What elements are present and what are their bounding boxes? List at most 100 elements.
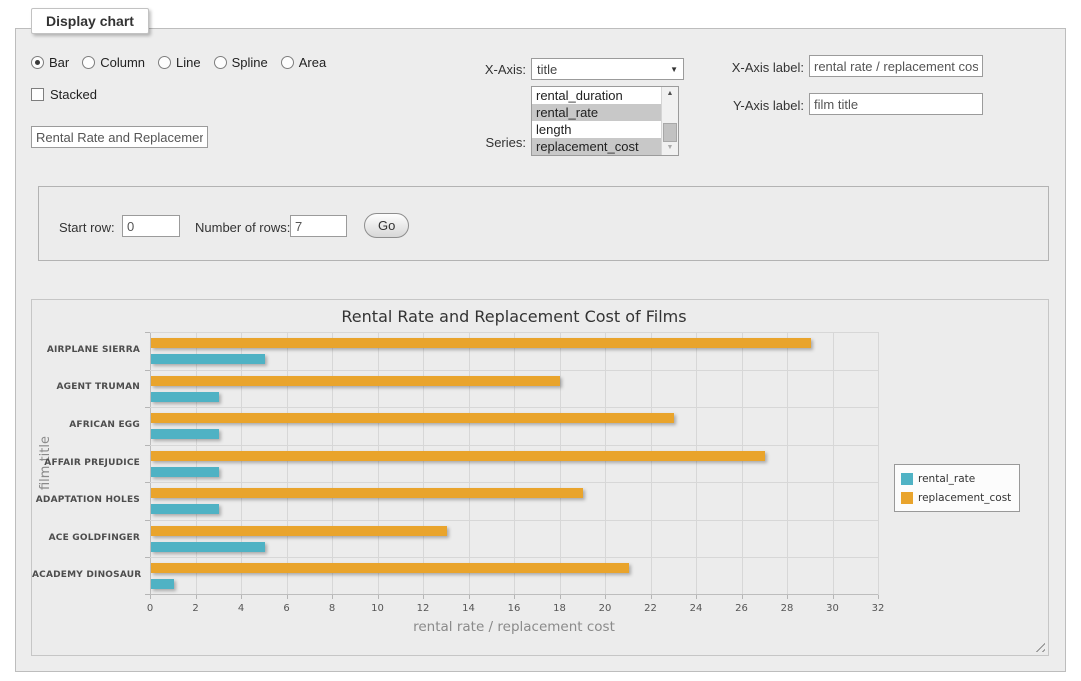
axis-tick (878, 595, 879, 599)
bar-replacement_cost[interactable] (151, 563, 629, 573)
legend-item-replacement_cost[interactable]: replacement_cost (901, 488, 1011, 507)
x-tick-label: 24 (676, 603, 716, 614)
x-axis-select[interactable]: title ▼ (531, 58, 684, 80)
category-label: ACADEMY DINOSAUR (32, 570, 140, 580)
x-tick-label: 10 (358, 603, 398, 614)
radio-icon (82, 56, 95, 69)
chart-type-option-bar[interactable]: Bar (31, 55, 69, 70)
checkbox-icon (31, 88, 44, 101)
x-tick-label: 2 (176, 603, 216, 614)
listbox-option-rental_rate[interactable]: rental_rate (532, 104, 661, 121)
axis-tick (332, 595, 333, 599)
listbox-option-replacement_cost[interactable]: replacement_cost (532, 138, 661, 155)
go-button[interactable]: Go (364, 213, 409, 238)
axis-tick (696, 595, 697, 599)
scrollbar-thumb[interactable] (663, 123, 677, 142)
category-label: AFRICAN EGG (32, 420, 140, 430)
axis-tick (145, 594, 150, 595)
scroll-up-icon[interactable]: ▲ (662, 87, 678, 101)
bar-replacement_cost[interactable] (151, 451, 765, 461)
x-tick-label: 22 (631, 603, 671, 614)
scroll-down-icon[interactable]: ▼ (662, 141, 678, 155)
stacked-label: Stacked (50, 87, 97, 102)
gridline (150, 407, 878, 408)
x-tick-label: 26 (722, 603, 762, 614)
chart-type-option-label: Spline (232, 55, 268, 70)
x-tick-label: 0 (130, 603, 170, 614)
bar-replacement_cost[interactable] (151, 376, 560, 386)
bar-rental_rate[interactable] (151, 579, 174, 589)
bar-rental_rate[interactable] (151, 392, 219, 402)
axis-tick (423, 595, 424, 599)
chevron-down-icon: ▼ (670, 65, 678, 74)
x-tick-label: 4 (221, 603, 261, 614)
gridline (560, 332, 561, 595)
axis-tick (560, 595, 561, 599)
gridline (651, 332, 652, 595)
bar-rental_rate[interactable] (151, 504, 219, 514)
axis-tick (145, 407, 150, 408)
num-rows-input[interactable] (290, 215, 347, 237)
bar-rental_rate[interactable] (151, 467, 219, 477)
axis-tick (145, 482, 150, 483)
bar-replacement_cost[interactable] (151, 526, 447, 536)
resize-grip-icon[interactable] (1032, 639, 1045, 652)
bar-rental_rate[interactable] (151, 354, 265, 364)
radio-icon (158, 56, 171, 69)
gridline (332, 332, 333, 595)
chart-type-option-area[interactable]: Area (281, 55, 326, 70)
chart-panel: Rental Rate and Replacement Cost of Film… (31, 299, 1049, 656)
axis-tick (145, 445, 150, 446)
gridline (196, 332, 197, 595)
bar-replacement_cost[interactable] (151, 413, 674, 423)
chart-type-option-column[interactable]: Column (82, 55, 145, 70)
axis-tick (145, 370, 150, 371)
gridline (378, 332, 379, 595)
bar-replacement_cost[interactable] (151, 488, 583, 498)
legend-item-rental_rate[interactable]: rental_rate (901, 469, 1011, 488)
chart-type-option-label: Bar (49, 55, 69, 70)
bar-rental_rate[interactable] (151, 429, 219, 439)
gridline (833, 332, 834, 595)
stacked-checkbox[interactable]: Stacked (31, 87, 97, 102)
series-label: Series: (436, 135, 526, 150)
x-tick-label: 30 (813, 603, 853, 614)
gridline (878, 332, 879, 595)
gridline (514, 332, 515, 595)
listbox-scrollbar[interactable]: ▲ ▼ (661, 87, 678, 155)
listbox-option-length[interactable]: length (532, 121, 661, 138)
radio-icon (214, 56, 227, 69)
x-axis-label-input[interactable] (809, 55, 983, 77)
gridline (423, 332, 424, 595)
chart-type-option-label: Line (176, 55, 201, 70)
axis-tick (145, 332, 150, 333)
radio-icon (281, 56, 294, 69)
axis-tick (787, 595, 788, 599)
legend-swatch-icon (901, 492, 913, 504)
category-label: AGENT TRUMAN (32, 382, 140, 392)
bar-rental_rate[interactable] (151, 542, 265, 552)
bar-replacement_cost[interactable] (151, 338, 811, 348)
start-row-input[interactable] (122, 215, 180, 237)
x-tick-label: 14 (449, 603, 489, 614)
gridline (241, 332, 242, 595)
axis-tick (150, 595, 151, 599)
x-axis-select-label: X-Axis: (436, 62, 526, 77)
y-axis-label-input[interactable] (809, 93, 983, 115)
legend-label: replacement_cost (918, 492, 1011, 504)
gridline (696, 332, 697, 595)
gridline (742, 332, 743, 595)
category-label: AIRPLANE SIERRA (32, 345, 140, 355)
listbox-option-rental_duration[interactable]: rental_duration (532, 87, 661, 104)
chart-type-option-spline[interactable]: Spline (214, 55, 268, 70)
axis-tick (196, 595, 197, 599)
x-tick-label: 32 (858, 603, 898, 614)
chart-type-option-line[interactable]: Line (158, 55, 201, 70)
fieldset-legend: Display chart (31, 8, 149, 34)
x-axis-select-value: title (537, 62, 557, 77)
series-listbox[interactable]: rental_durationrental_ratelengthreplacem… (531, 86, 679, 156)
gridline (150, 520, 878, 521)
chart-title-input[interactable] (31, 126, 208, 148)
chart-legend: rental_rate replacement_cost (894, 464, 1020, 512)
gridline (150, 557, 878, 558)
